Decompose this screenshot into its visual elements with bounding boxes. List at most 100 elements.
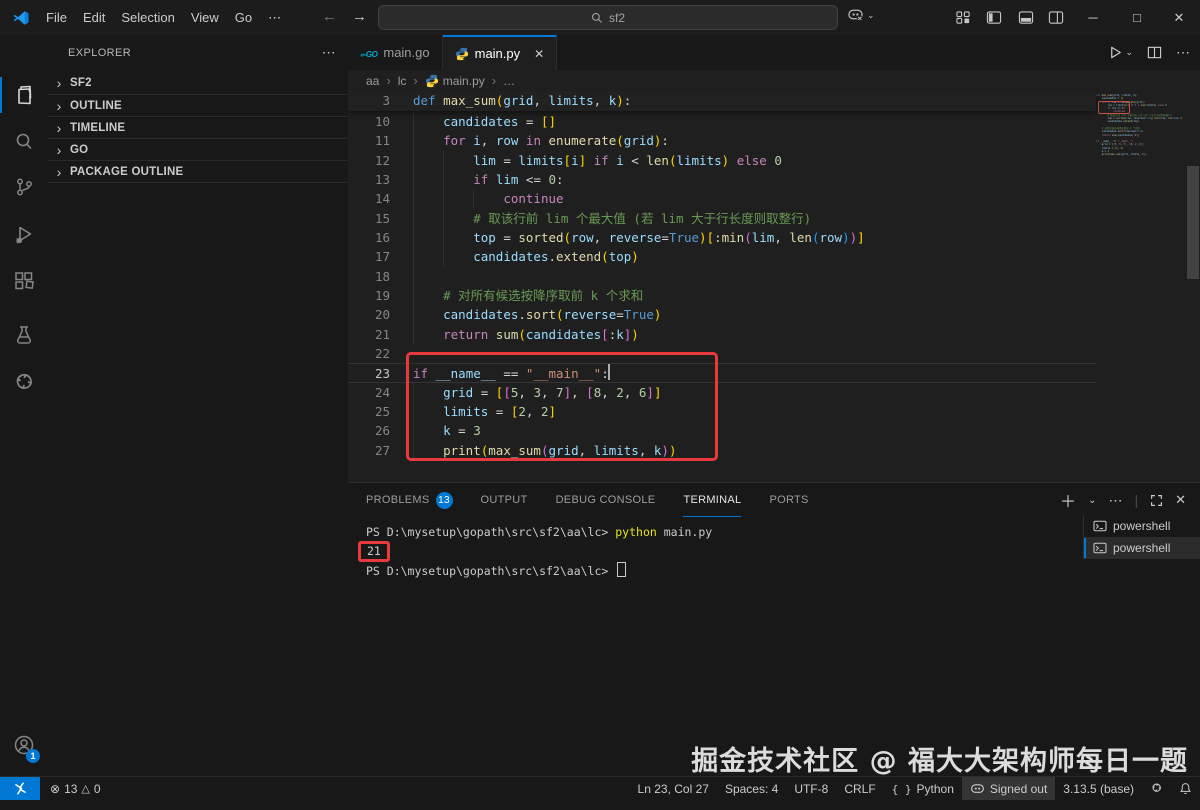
search-command-center[interactable]: sf2 — [378, 5, 838, 30]
nav-forward-arrow[interactable]: → — [352, 8, 367, 25]
status-spaces-4[interactable]: Spaces: 4 — [717, 777, 786, 800]
breadcrumb-item-mainpy[interactable]: main.py — [425, 74, 485, 88]
menu-go[interactable]: Go — [227, 7, 260, 29]
tab-main-py[interactable]: main.py ✕ — [442, 35, 558, 70]
panel-tab-output[interactable]: OUTPUT — [481, 483, 528, 517]
line-code: if lim <= 0: — [406, 169, 1096, 190]
copilot-menu[interactable]: ⌄ — [847, 8, 875, 22]
terminal-dropdown-icon[interactable]: ⌄ — [1088, 495, 1096, 506]
breadcrumb-item-lc[interactable]: lc — [398, 74, 407, 88]
sidebar-section-go[interactable]: › GO — [48, 138, 347, 160]
watermark-text: 掘金技术社区 @ 福大大架构师每日一题 — [691, 746, 1188, 777]
code-line-19[interactable]: 19 # 对所有候选按降序取前 k 个求和 — [348, 285, 1096, 306]
panel-more-icon[interactable]: ⋯ — [1108, 492, 1122, 509]
maximize-panel-icon[interactable] — [1150, 494, 1163, 507]
close-panel-icon[interactable]: ✕ — [1175, 492, 1186, 508]
account-badge: 1 — [26, 749, 40, 763]
nav-back-arrow[interactable]: ← — [322, 8, 337, 25]
line-number: 24 — [374, 384, 390, 400]
status-ln-23-col-27[interactable]: Ln 23, Col 27 — [630, 777, 717, 800]
indent-guide — [443, 169, 445, 190]
minimize-button[interactable]: ─ — [1072, 0, 1114, 35]
status-utf-8[interactable]: UTF-8 — [786, 777, 836, 800]
breadcrumb-item-aa[interactable]: aa — [366, 74, 379, 88]
status-python[interactable]: { } Python — [884, 777, 962, 800]
menu-more[interactable]: ⋯ — [260, 7, 289, 29]
status-signed-out[interactable]: Signed out — [961, 777, 1056, 800]
menu-selection[interactable]: Selection — [113, 7, 182, 29]
tab-close-icon[interactable]: ✕ — [534, 47, 544, 61]
tab-main-go[interactable]: ⟜GO main.go — [348, 35, 443, 70]
activity-testing-icon[interactable] — [0, 315, 48, 355]
line-number: 19 — [374, 287, 390, 303]
toggle-secondary-sidebar-icon[interactable] — [1048, 10, 1064, 25]
ext-icon — [1150, 782, 1163, 795]
toggle-panel-icon[interactable] — [1018, 10, 1034, 25]
editor-more-icon[interactable]: ⋯ — [1176, 44, 1190, 61]
line-number: 21 — [374, 326, 390, 342]
sidebar-section-package-outline[interactable]: › PACKAGE OUTLINE — [48, 160, 347, 182]
remote-indicator[interactable] — [0, 777, 40, 800]
minimap[interactable]: def max_sum(grid, limits, k): candidates… — [1096, 91, 1184, 482]
terminal-list-item-1[interactable]: powershell — [1084, 515, 1200, 537]
menu-edit[interactable]: Edit — [75, 7, 113, 29]
sidebar-header: EXPLORER ⋯ — [48, 35, 348, 70]
run-button[interactable]: ⌄ — [1108, 45, 1133, 60]
code-line-14[interactable]: 14 continue — [348, 189, 1096, 209]
sticky-scroll-line[interactable]: 3 def max_sum(grid, limits, k): — [348, 91, 1096, 111]
indent-guide — [443, 150, 445, 170]
status-3-13-5-base-[interactable]: 3.13.5 (base) — [1055, 777, 1142, 800]
line-number: 27 — [374, 442, 390, 458]
code-line-12[interactable]: 12 lim = limits[i] if i < len(limits) el… — [348, 150, 1096, 170]
code-line-21[interactable]: 21 return sum(candidates[:k]) — [348, 324, 1096, 344]
sidebar-section-outline[interactable]: › OUTLINE — [48, 94, 347, 116]
code-editor[interactable]: 3 def max_sum(grid, limits, k): 10 candid… — [348, 91, 1200, 482]
panel-tab-problems[interactable]: PROBLEMS 13 — [366, 483, 453, 517]
activity-account-icon[interactable]: 1 — [0, 725, 48, 765]
panel-tab-terminal[interactable]: TERMINAL — [683, 483, 742, 517]
terminal-output[interactable]: PS D:\mysetup\gopath\src\sf2\aa\lc> pyth… — [358, 524, 712, 581]
close-button[interactable]: ✕ — [1158, 0, 1200, 35]
sidebar-section-sf2[interactable]: › SF2 — [48, 72, 347, 94]
editor-scrollbar-thumb[interactable] — [1187, 166, 1199, 279]
code-line-16[interactable]: 16 top = sorted(row, reverse=True)[:min(… — [348, 227, 1096, 248]
panel-tab-ports[interactable]: PORTS — [769, 483, 808, 517]
activity-run-debug-icon[interactable] — [0, 215, 48, 255]
error-count: 13 — [64, 781, 78, 796]
run-dropdown-icon[interactable]: ⌄ — [1125, 47, 1133, 58]
status-ext-icon[interactable] — [1142, 777, 1171, 800]
problems-status[interactable]: ⊗ 13 △ 0 — [50, 782, 101, 796]
sidebar-section-timeline[interactable]: › TIMELINE — [48, 116, 347, 138]
code-line-11[interactable]: 11 for i, row in enumerate(grid): — [348, 131, 1096, 151]
activity-source-control-icon[interactable] — [0, 167, 48, 207]
panel-tab-debug-console[interactable]: DEBUG CONSOLE — [556, 483, 656, 517]
activity-extensions-icon[interactable] — [0, 261, 48, 301]
code-line-17[interactable]: 17 candidates.extend(top) — [348, 247, 1096, 267]
menu-view[interactable]: View — [183, 7, 227, 29]
breadcrumb: aa › lc › main.py ›… — [348, 70, 1200, 91]
code-line-13[interactable]: 13 if lim <= 0: — [348, 169, 1096, 190]
line-number: 23 — [374, 366, 390, 382]
customize-layout-icon[interactable] — [956, 10, 971, 25]
annotation-rect-output: 21 — [358, 541, 390, 563]
code-line-20[interactable]: 20 candidates.sort(reverse=True) — [348, 305, 1096, 325]
code-line-10[interactable]: 10 candidates = [] — [348, 112, 1096, 132]
split-editor-icon[interactable] — [1147, 45, 1162, 60]
activity-explorer-icon[interactable] — [0, 75, 48, 115]
status-bell-icon[interactable] — [1171, 777, 1200, 800]
line-number: 12 — [374, 152, 390, 168]
menu-file[interactable]: File — [38, 7, 75, 29]
activity-extension-custom-icon[interactable] — [0, 363, 48, 403]
code-line-18[interactable]: 18 — [348, 266, 1096, 286]
breadcrumb-separator-icon: › — [386, 73, 391, 88]
toggle-sidebar-icon[interactable] — [986, 10, 1002, 25]
new-terminal-icon[interactable]: ＋ — [1060, 488, 1076, 512]
code-line-15[interactable]: 15 # 取该行前 lim 个最大值 (若 lim 大于行长度则取整行) — [348, 208, 1096, 228]
sidebar-more-icon[interactable]: ⋯ — [322, 44, 336, 61]
status-crlf[interactable]: CRLF — [836, 777, 883, 800]
activity-search-icon[interactable] — [0, 122, 48, 162]
breadcrumb-item-more[interactable]: … — [503, 74, 515, 88]
terminal-list-item-2[interactable]: powershell — [1084, 537, 1200, 559]
maximize-button[interactable]: □ — [1116, 0, 1158, 35]
terminal-icon — [1093, 542, 1107, 554]
